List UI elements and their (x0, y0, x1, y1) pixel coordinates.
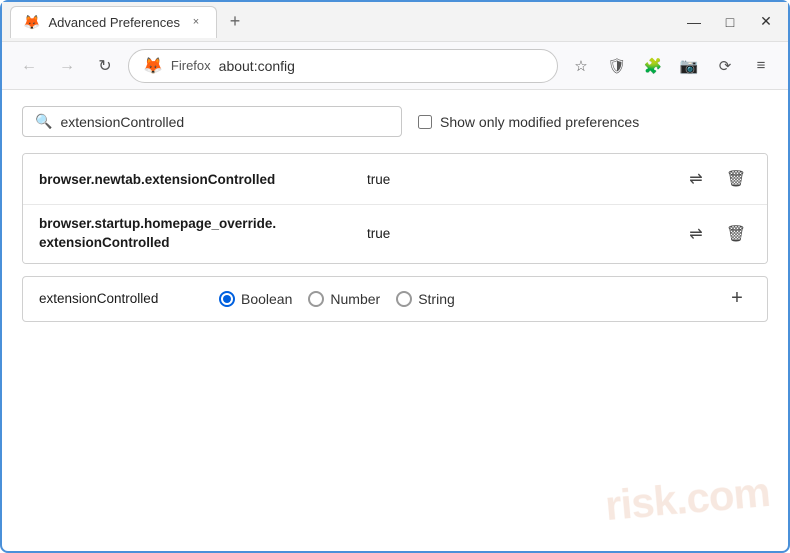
watermark: risk.com (603, 468, 771, 530)
reload-button[interactable]: ↻ (90, 51, 120, 81)
bookmark-icon: ☆ (574, 57, 587, 75)
screenshot-button[interactable]: 📷 (674, 51, 704, 81)
swap-button-2[interactable]: ⇌ (681, 219, 711, 249)
title-bar: 🦊 Advanced Preferences × + — □ ✕ (2, 2, 788, 42)
sync-icon: ⟳ (719, 57, 732, 75)
pref-value-1: true (367, 172, 681, 187)
pref-actions-2: ⇌ 🗑 (681, 219, 751, 249)
browser-label: Firefox (171, 58, 211, 73)
search-box[interactable]: 🔍 (22, 106, 402, 137)
firefox-icon: 🦊 (143, 56, 163, 76)
browser-tab[interactable]: 🦊 Advanced Preferences × (10, 6, 217, 38)
new-tab-button[interactable]: + (221, 8, 249, 36)
pref-name-2-line1: browser.startup.homepage_override. (39, 215, 359, 234)
search-row: 🔍 Show only modified preferences (22, 106, 768, 137)
number-radio[interactable] (308, 291, 324, 307)
pref-name-1: browser.newtab.extensionControlled (39, 172, 359, 187)
table-row: browser.newtab.extensionControlled true … (23, 154, 767, 205)
address-bar[interactable]: 🦊 Firefox about:config (128, 49, 558, 83)
content-area: 🔍 Show only modified preferences browser… (2, 90, 788, 338)
tab-title: Advanced Preferences (48, 15, 180, 30)
tab-favicon: 🦊 (23, 14, 40, 31)
pref-name-2: browser.startup.homepage_override. exten… (39, 215, 359, 253)
swap-icon-2: ⇌ (689, 224, 702, 244)
table-row: browser.startup.homepage_override. exten… (23, 205, 767, 263)
menu-icon: ≡ (757, 57, 766, 74)
delete-button-1[interactable]: 🗑 (721, 164, 751, 194)
reload-icon: ↻ (98, 56, 111, 76)
delete-icon-2: 🗑 (726, 224, 746, 244)
close-button[interactable]: ✕ (752, 8, 780, 36)
extension-button[interactable]: 🧩 (638, 51, 668, 81)
checkbox-label-text: Show only modified preferences (440, 114, 639, 130)
tab-close-button[interactable]: × (188, 14, 204, 30)
swap-icon-1: ⇌ (689, 169, 702, 189)
pref-value-2: true (367, 226, 681, 241)
search-input[interactable] (60, 114, 389, 130)
minimize-button[interactable]: — (680, 8, 708, 36)
string-radio[interactable] (396, 291, 412, 307)
pref-name-2-line2: extensionControlled (39, 234, 359, 253)
modified-prefs-checkbox[interactable] (418, 115, 432, 129)
sync-button[interactable]: ⟳ (710, 51, 740, 81)
pref-actions-1: ⇌ 🗑 (681, 164, 751, 194)
maximize-button[interactable]: □ (716, 8, 744, 36)
forward-icon: → (59, 57, 75, 75)
delete-button-2[interactable]: 🗑 (721, 219, 751, 249)
bookmark-button[interactable]: ☆ (566, 51, 596, 81)
preferences-table: browser.newtab.extensionControlled true … (22, 153, 768, 264)
url-display: about:config (219, 58, 295, 74)
search-icon: 🔍 (35, 113, 52, 130)
boolean-label: Boolean (241, 291, 292, 307)
type-radio-group: Boolean Number String (219, 291, 455, 307)
swap-button-1[interactable]: ⇌ (681, 164, 711, 194)
new-preference-row: extensionControlled Boolean Number Strin… (22, 276, 768, 322)
number-label: Number (330, 291, 380, 307)
boolean-radio-label[interactable]: Boolean (219, 291, 292, 307)
string-label: String (418, 291, 455, 307)
menu-button[interactable]: ≡ (746, 51, 776, 81)
number-radio-label[interactable]: Number (308, 291, 380, 307)
nav-bar: ← → ↻ 🦊 Firefox about:config ☆ 🛡 🧩 📷 ⟳ ≡ (2, 42, 788, 90)
string-radio-label[interactable]: String (396, 291, 455, 307)
back-button[interactable]: ← (14, 51, 44, 81)
shield-icon: 🛡 (607, 57, 626, 75)
modified-prefs-checkbox-label[interactable]: Show only modified preferences (418, 114, 639, 130)
extension-icon: 🧩 (644, 57, 663, 75)
forward-button[interactable]: → (52, 51, 82, 81)
delete-icon-1: 🗑 (726, 169, 746, 189)
nav-icons-group: ☆ 🛡 🧩 📷 ⟳ ≡ (566, 51, 776, 81)
window-controls: — □ ✕ (680, 8, 780, 36)
add-preference-button[interactable]: + (723, 285, 751, 313)
screenshot-icon: 📷 (680, 57, 699, 75)
new-pref-name: extensionControlled (39, 291, 199, 306)
boolean-radio[interactable] (219, 291, 235, 307)
back-icon: ← (21, 57, 37, 75)
shield-button[interactable]: 🛡 (602, 51, 632, 81)
